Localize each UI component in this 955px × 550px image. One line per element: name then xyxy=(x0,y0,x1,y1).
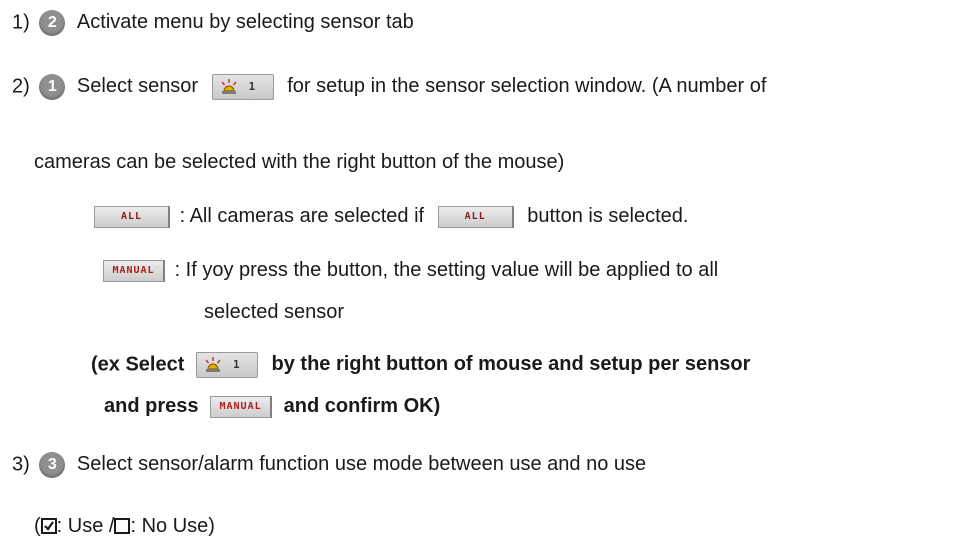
step-2-text-after: for setup in the sensor selection window… xyxy=(287,75,767,98)
example-line-2: and press MANUAL and confirm OK) xyxy=(104,394,440,418)
example-text-after: by the right button of mouse and setup p… xyxy=(271,353,751,376)
step-2-continuation: cameras can be selected with the right b… xyxy=(34,151,565,173)
legend-use-text: : Use / xyxy=(56,515,115,537)
example-manual-button[interactable]: MANUAL xyxy=(210,395,273,418)
step-1-line: 1) 2 Activate menu by selecting sensor t… xyxy=(12,10,414,36)
manual-row-text: : If yoy press the button, the setting v… xyxy=(174,259,719,281)
step-3-badge: 3 xyxy=(39,452,66,478)
use-legend: ( : Use / : No Use) xyxy=(34,514,215,538)
example-text-before: (ex Select xyxy=(91,353,185,376)
step-2-badge: 1 xyxy=(39,74,66,100)
step-1-prefix: 1) xyxy=(12,11,30,34)
alarm-light-icon xyxy=(221,79,237,94)
example-line2-after: and confirm OK) xyxy=(283,395,441,417)
sensor-number: 1 xyxy=(232,358,240,371)
all-button-inline[interactable]: ALL xyxy=(437,205,514,228)
manual-button[interactable]: MANUAL xyxy=(103,259,165,282)
step-3-line: 3) 3 Select sensor/alarm function use mo… xyxy=(12,452,646,478)
step-1-text: Activate menu by selecting sensor tab xyxy=(76,11,414,34)
unchecked-checkbox-icon xyxy=(114,518,131,534)
example-line2-before: and press xyxy=(104,395,199,417)
step-3-text: Select sensor/alarm function use mode be… xyxy=(76,453,647,476)
example-sensor-1-button[interactable]: 1 xyxy=(195,352,258,378)
all-row-text-after: button is selected. xyxy=(527,205,689,227)
example-line-1: (ex Select 1 by the right button of mous… xyxy=(91,352,750,378)
legend-no-use-text: : No Use) xyxy=(130,515,215,537)
alarm-light-icon xyxy=(205,357,221,372)
step-2-text-before: Select sensor xyxy=(76,75,199,98)
manual-row-continuation: selected sensor xyxy=(204,301,345,323)
all-button[interactable]: ALL xyxy=(94,205,170,228)
manual-row: MANUAL : If yoy press the button, the se… xyxy=(103,258,718,282)
step-2-line: 2) 1 Select sensor 1 for setup in the se… xyxy=(12,74,766,100)
sensor-1-button[interactable]: 1 xyxy=(211,74,274,100)
sensor-number: 1 xyxy=(248,80,256,93)
all-row-text-before: : All cameras are selected if xyxy=(179,205,425,227)
all-row: ALL : All cameras are selected if ALL bu… xyxy=(94,204,688,228)
step-2-prefix: 2) xyxy=(12,75,30,98)
legend-open-paren: ( xyxy=(34,515,41,537)
step-3-prefix: 3) xyxy=(12,453,30,476)
step-1-badge: 2 xyxy=(39,10,66,36)
checked-checkbox-icon xyxy=(40,518,57,534)
